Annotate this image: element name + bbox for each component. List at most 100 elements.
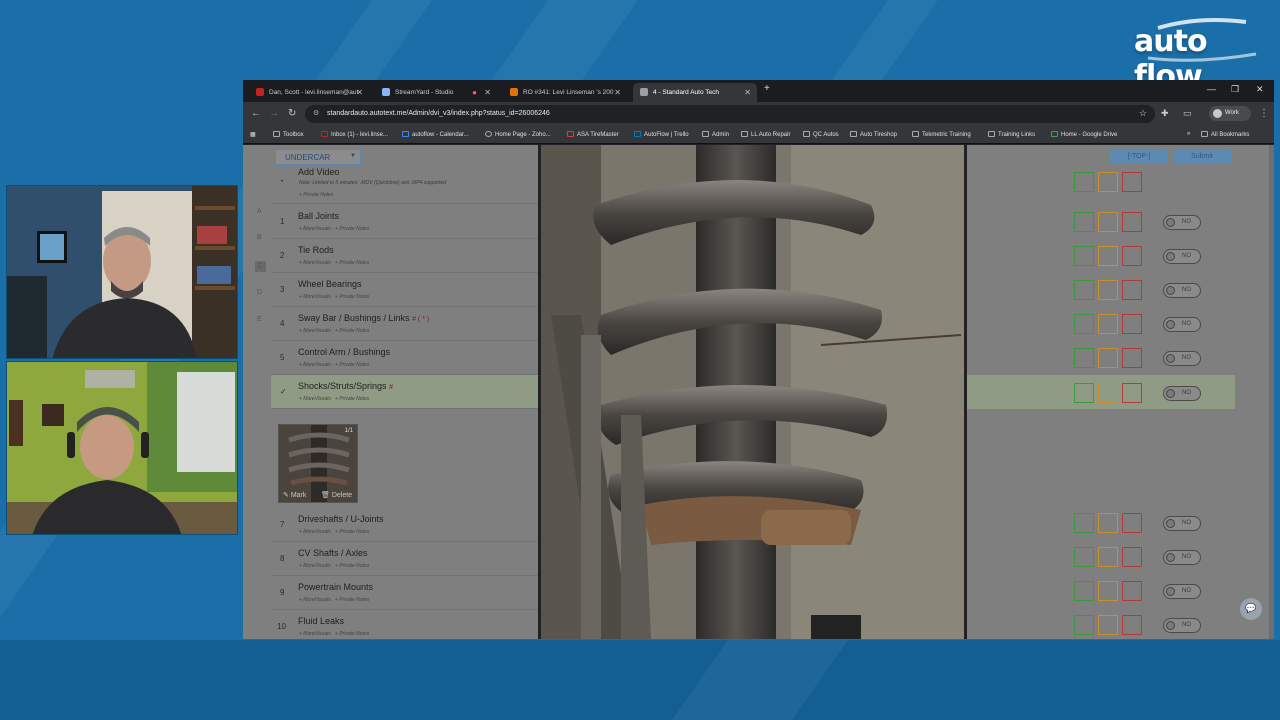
bookmark-item[interactable]: Inbox (1) - levi.linse... bbox=[321, 131, 388, 138]
bookmark-item[interactable]: Tekmetric Training bbox=[912, 131, 971, 138]
rating-good-box[interactable] bbox=[1074, 172, 1094, 192]
rating-good-box[interactable] bbox=[1074, 513, 1094, 533]
profile-button[interactable]: Work bbox=[1209, 106, 1251, 121]
apps-icon[interactable]: ▦ bbox=[250, 131, 256, 138]
category-select[interactable]: UNDERCAR ▼ bbox=[275, 149, 361, 165]
rating-bad-box[interactable] bbox=[1122, 246, 1142, 266]
new-tab-button[interactable]: + bbox=[764, 83, 770, 94]
rating-bad-box[interactable] bbox=[1122, 615, 1142, 635]
rating-warn-box[interactable] bbox=[1098, 513, 1118, 533]
more-visuals-link[interactable]: + MoreVisuals bbox=[299, 529, 331, 535]
more-visuals-link[interactable]: + MoreVisuals bbox=[299, 260, 331, 266]
rating-good-box[interactable] bbox=[1074, 212, 1094, 232]
tab-gmail[interactable]: Dan, Scott - levi.linseman@aut ✕ bbox=[249, 83, 369, 102]
private-notes-link[interactable]: + Private Notes bbox=[335, 529, 369, 535]
address-bar[interactable]: ⚙ standardauto.autotext.me/Admin/dvi_v3/… bbox=[305, 105, 1155, 123]
bookmark-item[interactable]: Home Page - Zoho... bbox=[485, 131, 551, 138]
rating-warn-box[interactable] bbox=[1098, 314, 1118, 334]
private-notes-link[interactable]: + Private Notes bbox=[335, 294, 369, 300]
approval-toggle[interactable]: NO bbox=[1163, 584, 1201, 599]
approval-toggle[interactable]: NO bbox=[1163, 215, 1201, 230]
private-notes-link[interactable]: + Private Notes bbox=[335, 328, 369, 334]
private-notes-link[interactable]: + Private Notes bbox=[335, 631, 369, 637]
rating-bad-box[interactable] bbox=[1122, 547, 1142, 567]
letter-d[interactable]: D bbox=[257, 289, 262, 296]
photo-thumbnail[interactable]: 1/1 ✎ Mark 🗑 Delete bbox=[278, 424, 358, 503]
tab-repair-order[interactable]: RO #341: Levi Linseman 's 200 ✕ bbox=[503, 83, 627, 102]
rating-good-box[interactable] bbox=[1074, 348, 1094, 368]
minimize-icon[interactable]: — bbox=[1207, 84, 1216, 94]
back-icon[interactable]: ← bbox=[251, 108, 261, 119]
rating-warn-box[interactable] bbox=[1098, 348, 1118, 368]
submit-button[interactable]: Submit bbox=[1173, 150, 1231, 163]
rating-bad-box[interactable] bbox=[1122, 513, 1142, 533]
bookmark-item[interactable]: Training Links bbox=[988, 131, 1035, 138]
bookmark-item[interactable]: Toolbox bbox=[273, 131, 304, 138]
approval-toggle[interactable]: NO bbox=[1163, 351, 1201, 366]
close-icon[interactable]: ✕ bbox=[614, 88, 621, 97]
rating-bad-box[interactable] bbox=[1122, 348, 1142, 368]
reload-icon[interactable]: ↻ bbox=[288, 108, 296, 119]
site-info-icon[interactable]: ⚙ bbox=[313, 109, 319, 117]
bookmark-item[interactable]: AutoFlow | Trello bbox=[634, 131, 689, 138]
tab-standard-auto-tech[interactable]: 4 - Standard Auto Tech ✕ bbox=[633, 83, 757, 102]
close-window-icon[interactable]: ✕ bbox=[1256, 84, 1264, 95]
rating-warn-box[interactable] bbox=[1098, 212, 1118, 232]
private-notes-link[interactable]: + Private Notes bbox=[335, 563, 369, 569]
close-icon[interactable]: ✕ bbox=[744, 88, 751, 97]
rating-good-box[interactable] bbox=[1074, 581, 1094, 601]
rating-good-box[interactable] bbox=[1074, 280, 1094, 300]
letter-b[interactable]: B bbox=[257, 234, 262, 241]
rating-bad-box[interactable] bbox=[1122, 172, 1142, 192]
mark-button[interactable]: ✎ Mark bbox=[283, 491, 306, 499]
maximize-icon[interactable]: ❐ bbox=[1231, 84, 1239, 95]
rating-warn-box[interactable] bbox=[1098, 172, 1118, 192]
bookmark-item[interactable]: Admin bbox=[702, 131, 729, 138]
approval-toggle[interactable]: NO bbox=[1163, 317, 1201, 332]
all-bookmarks[interactable]: All Bookmarks bbox=[1201, 131, 1249, 138]
chat-widget-button[interactable]: 💬 bbox=[1240, 598, 1262, 620]
menu-icon[interactable]: ⋮ bbox=[1259, 108, 1269, 119]
bookmark-item[interactable]: Home - Google Drive bbox=[1051, 131, 1117, 138]
inspection-photo-viewer[interactable] bbox=[538, 145, 967, 639]
private-notes-link[interactable]: + Private Notes bbox=[299, 192, 333, 198]
bookmark-item[interactable]: autoflow - Calendar... bbox=[402, 131, 469, 138]
delete-button[interactable]: 🗑 Delete bbox=[321, 491, 352, 499]
private-notes-link[interactable]: + Private Notes bbox=[335, 362, 369, 368]
bookmark-item[interactable]: LL Auto Repair bbox=[741, 131, 790, 138]
more-visuals-link[interactable]: + MoreVisuals bbox=[299, 294, 331, 300]
letter-e[interactable]: E bbox=[257, 316, 262, 323]
rating-good-box[interactable] bbox=[1074, 547, 1094, 567]
approval-toggle[interactable]: NO bbox=[1163, 386, 1201, 401]
rating-bad-box[interactable] bbox=[1122, 383, 1142, 403]
rating-bad-box[interactable] bbox=[1122, 581, 1142, 601]
approval-toggle[interactable]: NO bbox=[1163, 550, 1201, 565]
more-bookmarks-icon[interactable]: » bbox=[1187, 131, 1190, 137]
rating-bad-box[interactable] bbox=[1122, 280, 1142, 300]
more-visuals-link[interactable]: + MoreVisuals bbox=[299, 631, 331, 637]
rating-warn-box[interactable] bbox=[1098, 383, 1118, 403]
forward-icon[interactable]: → bbox=[269, 108, 279, 119]
approval-toggle[interactable]: NO bbox=[1163, 283, 1201, 298]
private-notes-link[interactable]: + Private Notes bbox=[335, 260, 369, 266]
close-icon[interactable]: ✕ bbox=[484, 88, 491, 97]
rating-good-box[interactable] bbox=[1074, 246, 1094, 266]
bookmark-item[interactable]: ASA TireMaster bbox=[567, 131, 619, 138]
approval-toggle[interactable]: NO bbox=[1163, 249, 1201, 264]
rating-warn-box[interactable] bbox=[1098, 547, 1118, 567]
more-visuals-link[interactable]: + MoreVisuals bbox=[299, 396, 331, 402]
top-button[interactable]: [-TOP-] bbox=[1110, 150, 1168, 163]
approval-toggle[interactable]: NO bbox=[1163, 618, 1201, 633]
more-visuals-link[interactable]: + MoreVisuals bbox=[299, 362, 331, 368]
add-video-title[interactable]: Add Video bbox=[298, 167, 339, 177]
tab-streamyard[interactable]: StreamYard - Studio ● ✕ bbox=[375, 83, 497, 102]
approval-toggle[interactable]: NO bbox=[1163, 516, 1201, 531]
rating-warn-box[interactable] bbox=[1098, 615, 1118, 635]
more-visuals-link[interactable]: + MoreVisuals bbox=[299, 328, 331, 334]
letter-a[interactable]: A bbox=[257, 208, 262, 215]
more-visuals-link[interactable]: + MoreVisuals bbox=[299, 226, 331, 232]
private-notes-link[interactable]: + Private Notes bbox=[335, 226, 369, 232]
bookmark-star-icon[interactable]: ☆ bbox=[1139, 108, 1147, 119]
bookmark-item[interactable]: Auto Tireshop bbox=[850, 131, 897, 138]
extensions-icon[interactable]: ✚ bbox=[1161, 108, 1169, 119]
